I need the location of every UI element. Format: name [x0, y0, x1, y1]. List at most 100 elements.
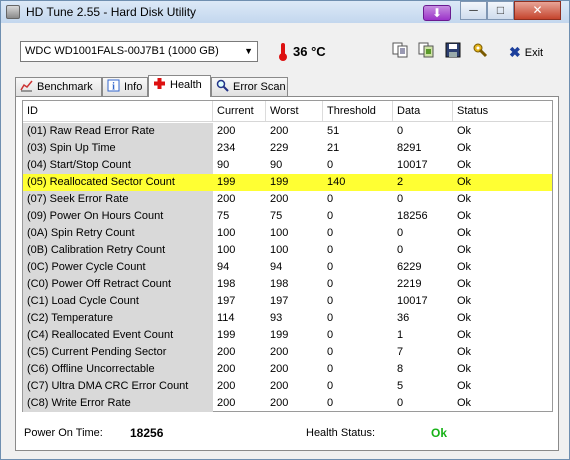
cell-id: (07) Seek Error Rate	[23, 191, 213, 208]
cell-threshold: 0	[327, 329, 334, 341]
column-header-id[interactable]: ID	[23, 101, 213, 121]
cell-threshold: 0	[327, 363, 334, 375]
close-button[interactable]: ✕	[514, 1, 561, 20]
table-row[interactable]: (C7) Ultra DMA CRC Error Count 200 200 0 5 Ok	[23, 378, 552, 395]
exit-label: Exit	[524, 47, 544, 59]
cell-worst: 200	[270, 397, 289, 409]
table-row[interactable]: (C1) Load Cycle Count 197 197 0 10017 Ok	[23, 293, 552, 310]
cell-current: 100	[217, 244, 236, 256]
cell-worst: 75	[270, 210, 283, 222]
cell-status: Ok	[457, 278, 472, 290]
cell-current: 200	[217, 346, 236, 358]
download-arrow-button[interactable]: ⬇	[423, 5, 451, 21]
table-row[interactable]: (C4) Reallocated Event Count 199 199 0 1 Ok	[23, 327, 552, 344]
cell-threshold: 140	[323, 174, 393, 191]
column-header-status[interactable]: Status	[453, 101, 552, 121]
column-header-current[interactable]: Current	[213, 101, 266, 121]
minimize-button[interactable]: ─	[460, 1, 487, 20]
cell-threshold: 0	[327, 278, 334, 290]
tab-health[interactable]: Health	[148, 75, 211, 97]
cell-threshold: 0	[327, 397, 334, 409]
svg-text:i: i	[112, 82, 115, 93]
cell-id: (0B) Calibration Retry Count	[23, 242, 213, 259]
cell-status: Ok	[457, 346, 472, 358]
cell-data: 2	[393, 174, 453, 191]
cell-data: 18256	[397, 210, 428, 222]
exit-button[interactable]: ✖ Exit	[509, 43, 543, 60]
health-status-label: Health Status:	[306, 427, 376, 439]
cell-id: (0A) Spin Retry Count	[23, 225, 213, 242]
table-row[interactable]: (C2) Temperature 114 93 0 36 Ok	[23, 310, 552, 327]
cell-status: Ok	[457, 261, 472, 273]
smart-table[interactable]: ID Current Worst Threshold Data Status (…	[22, 100, 553, 412]
app-window: HD Tune 2.55 - Hard Disk Utility ⬇ ─ □ ✕…	[0, 0, 570, 460]
column-header-data[interactable]: Data	[393, 101, 453, 121]
table-row[interactable]: (04) Start/Stop Count 90 90 0 10017 Ok	[23, 157, 552, 174]
cell-current: 200	[217, 193, 236, 205]
tab-info[interactable]: i Info	[102, 77, 148, 96]
cell-id: (C1) Load Cycle Count	[23, 293, 213, 310]
table-row[interactable]: (05) Reallocated Sector Count 199 199 140 2 O…	[23, 174, 552, 191]
health-cross-icon	[154, 78, 165, 89]
power-on-time-label: Power On Time:	[24, 427, 103, 439]
table-row[interactable]: (C6) Offline Uncorrectable 200 200 0 8 Ok	[23, 361, 552, 378]
table-row[interactable]: (0A) Spin Retry Count 100 100 0 0 Ok	[23, 225, 552, 242]
column-header-threshold[interactable]: Threshold	[323, 101, 393, 121]
cell-id: (C7) Ultra DMA CRC Error Count	[23, 378, 213, 395]
title-bar[interactable]: HD Tune 2.55 - Hard Disk Utility ⬇ ─ □ ✕	[1, 1, 569, 23]
cell-status: Ok	[453, 174, 552, 191]
cell-status: Ok	[457, 142, 472, 154]
cell-status: Ok	[457, 244, 472, 256]
cell-id: (C5) Current Pending Sector	[23, 344, 213, 361]
table-row[interactable]: (C0) Power Off Retract Count 198 198 0 2219 O…	[23, 276, 552, 293]
table-row[interactable]: (C5) Current Pending Sector 200 200 0 7 Ok	[23, 344, 552, 361]
cell-worst: 94	[270, 261, 283, 273]
cell-id: (04) Start/Stop Count	[23, 157, 213, 174]
drive-select-value: WDC WD1001FALS-00J7B1 (1000 GB)	[25, 45, 219, 57]
tab-benchmark[interactable]: Benchmark	[15, 77, 102, 96]
power-on-time-value: 18256	[130, 426, 164, 440]
health-panel: ID Current Worst Threshold Data Status (…	[15, 96, 559, 451]
cell-current: 200	[217, 125, 236, 137]
cell-status: Ok	[457, 329, 472, 341]
save-icon[interactable]	[445, 42, 461, 58]
table-row[interactable]: (07) Seek Error Rate 200 200 0 0 Ok	[23, 191, 552, 208]
column-header-worst[interactable]: Worst	[266, 101, 323, 121]
table-row[interactable]: (0C) Power Cycle Count 94 94 0 6229 Ok	[23, 259, 552, 276]
window-title: HD Tune 2.55 - Hard Disk Utility	[26, 5, 197, 19]
table-row[interactable]: (01) Raw Read Error Rate 200 200 51 0 Ok	[23, 123, 552, 140]
cell-threshold: 0	[327, 193, 334, 205]
tab-error-scan[interactable]: Error Scan	[211, 77, 288, 96]
cell-current: 100	[217, 227, 236, 239]
thermometer-icon	[279, 43, 287, 61]
cell-id: (C2) Temperature	[23, 310, 213, 327]
cell-threshold: 0	[327, 380, 334, 392]
info-icon: i	[107, 79, 120, 92]
drive-select[interactable]: WDC WD1001FALS-00J7B1 (1000 GB) ▼	[20, 41, 258, 62]
benchmark-icon	[20, 80, 33, 92]
hdtune-app-icon[interactable]	[6, 5, 20, 19]
tab-error-scan-label: Error Scan	[233, 81, 286, 93]
options-wrench-icon[interactable]	[472, 42, 488, 58]
cell-threshold: 0	[327, 346, 334, 358]
cell-status: Ok	[457, 193, 472, 205]
table-row[interactable]: (03) Spin Up Time 234 229 21 8291 Ok	[23, 140, 552, 157]
cell-data: 6229	[397, 261, 422, 273]
cell-current: 114	[217, 312, 235, 324]
table-header: ID Current Worst Threshold Data Status	[23, 101, 552, 122]
cell-data: 0	[397, 125, 404, 137]
copy-text-icon[interactable]	[392, 42, 408, 58]
maximize-button[interactable]: □	[487, 1, 514, 20]
tab-info-label: Info	[124, 81, 143, 93]
temperature-readout: 36 °C	[293, 44, 326, 59]
copy-screenshot-icon[interactable]	[418, 42, 434, 58]
table-row[interactable]: (C8) Write Error Rate 200 200 0 0 Ok	[23, 395, 552, 412]
cell-worst: 90	[270, 159, 283, 171]
cell-worst: 100	[270, 227, 289, 239]
cell-data: 0	[397, 397, 404, 409]
cell-worst: 200	[270, 363, 289, 375]
table-row[interactable]: (0B) Calibration Retry Count 100 100 0 0 Ok	[23, 242, 552, 259]
cell-worst: 200	[270, 125, 289, 137]
cell-data: 8291	[397, 142, 422, 154]
table-row[interactable]: (09) Power On Hours Count 75 75 0 18256 Ok	[23, 208, 552, 225]
